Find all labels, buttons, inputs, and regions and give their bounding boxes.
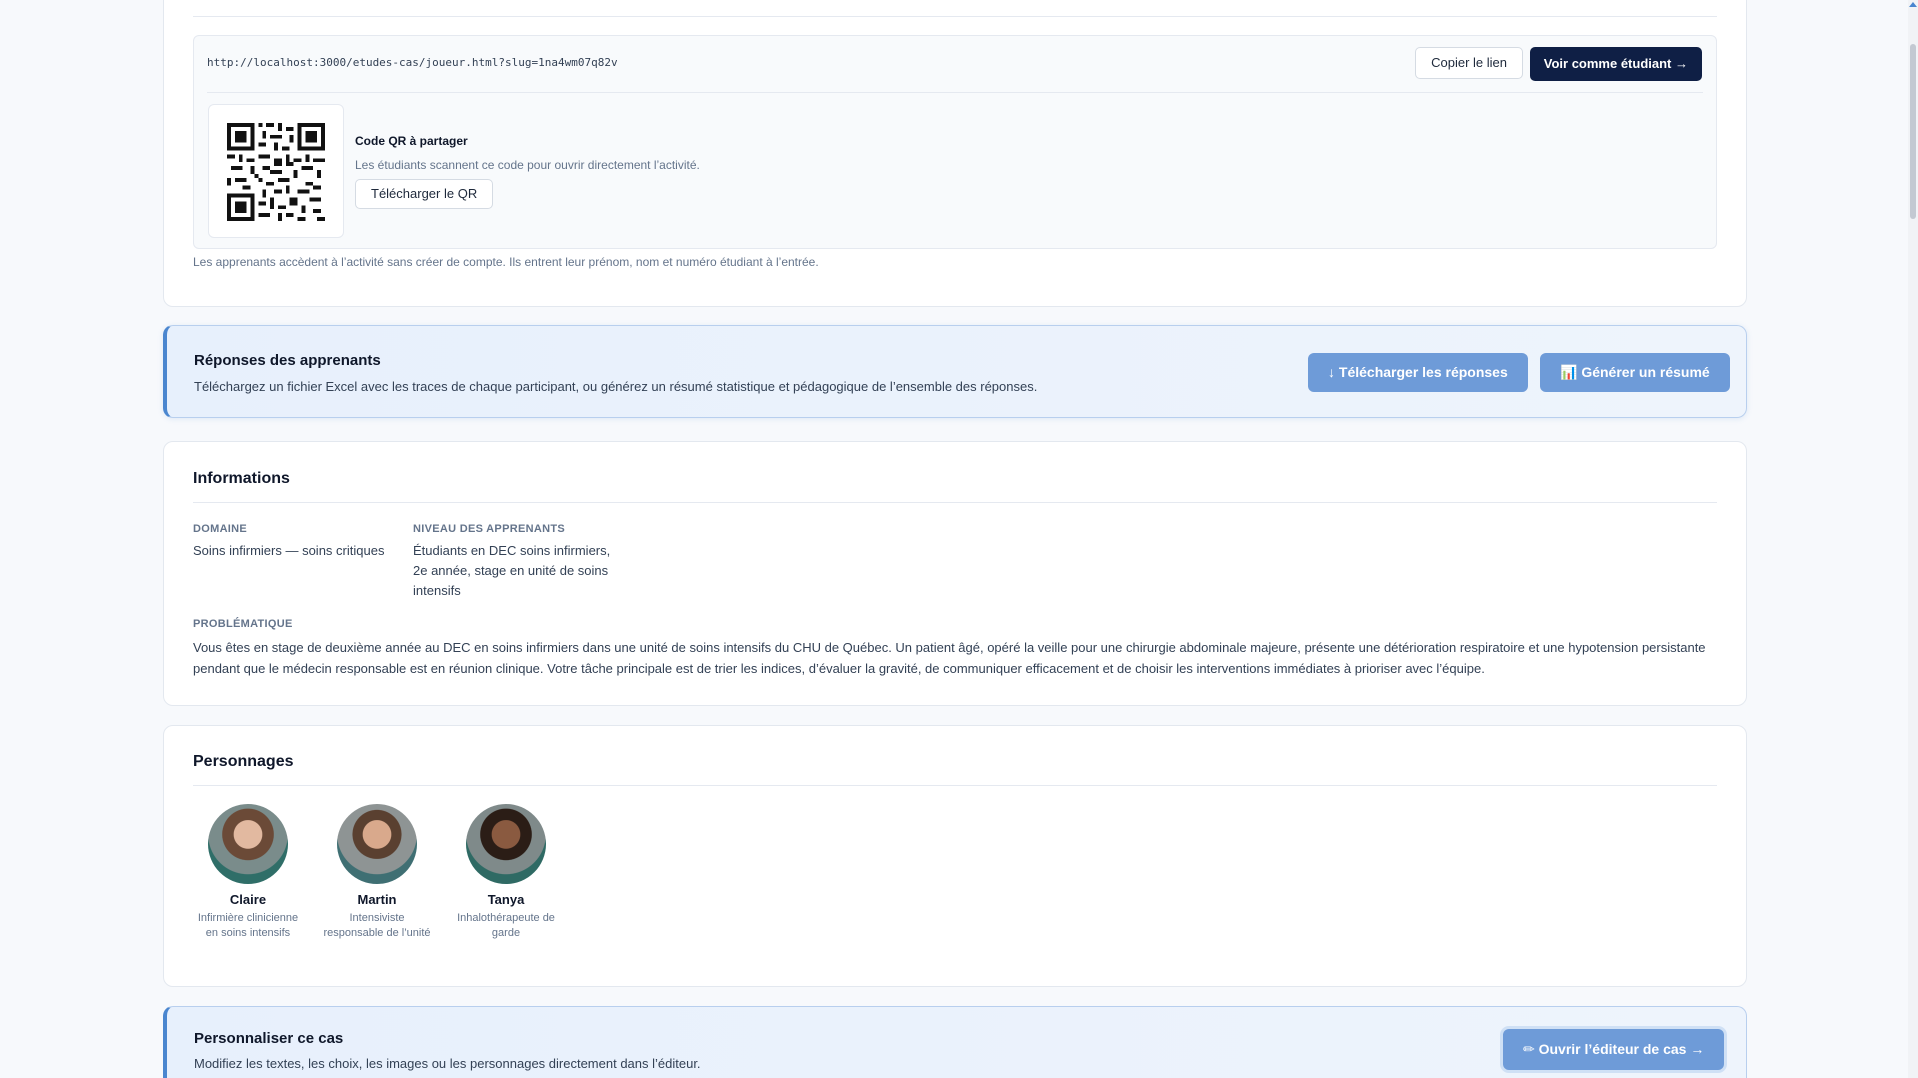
domain-label: DOMAINE xyxy=(193,523,248,535)
share-url[interactable]: http://localhost:3000/etudes-cas/joueur.… xyxy=(207,56,618,69)
character-card[interactable]: Tanya Inhalothérapeute de garde xyxy=(451,804,561,941)
domain-value: Soins infirmiers — soins critiques xyxy=(193,543,385,558)
qr-code-icon xyxy=(227,123,325,221)
scrollbar[interactable] xyxy=(1908,0,1918,1078)
avatar xyxy=(208,804,288,884)
divider xyxy=(193,16,1717,17)
scrollbar-thumb[interactable] xyxy=(1910,44,1916,219)
responses-banner: Réponses des apprenants Téléchargez un f… xyxy=(163,325,1747,418)
share-box: http://localhost:3000/etudes-cas/joueur.… xyxy=(193,35,1717,249)
character-name: Claire xyxy=(229,892,267,907)
avatar xyxy=(466,804,546,884)
level-label: NIVEAU DES APPRENANTS xyxy=(413,523,565,535)
character-name: Tanya xyxy=(487,892,525,907)
open-editor-button[interactable]: ✏ Ouvrir l’éditeur de cas → xyxy=(1503,1029,1725,1070)
character-role: Intensiviste responsable de l’unité xyxy=(323,912,431,939)
customize-banner: Personnaliser ce cas Modifiez les textes… xyxy=(163,1006,1747,1078)
view-as-student-button[interactable]: Voir comme étudiant → xyxy=(1529,47,1702,81)
divider xyxy=(193,785,1717,786)
responses-title: Réponses des apprenants xyxy=(194,352,381,369)
level-value: Étudiants en DEC soins infirmiers, 2e an… xyxy=(413,543,611,598)
copy-link-button[interactable]: Copier le lien xyxy=(1415,47,1523,79)
problem-label: PROBLÉMATIQUE xyxy=(193,618,293,630)
divider xyxy=(207,92,1703,93)
character-card[interactable]: Martin Intensiviste responsable de l’uni… xyxy=(322,804,432,941)
qr-code xyxy=(208,104,344,238)
character-name: Martin xyxy=(357,892,397,907)
generate-summary-button[interactable]: 📊 Générer un résumé xyxy=(1540,353,1730,392)
information-card: Informations DOMAINE Soins infirmiers — … xyxy=(163,441,1747,706)
characters-title: Personnages xyxy=(193,753,294,770)
share-note: Les apprenants accèdent à l’activité san… xyxy=(193,255,819,269)
download-qr-button[interactable]: Télécharger le QR xyxy=(355,179,494,209)
share-card: http://localhost:3000/etudes-cas/joueur.… xyxy=(163,0,1747,307)
divider xyxy=(193,502,1717,503)
qr-description: Les étudiants scannent ce code pour ouvr… xyxy=(355,158,700,172)
problem-value: Vous êtes en stage de deuxième année au … xyxy=(193,640,1706,676)
avatar xyxy=(337,804,417,884)
responses-description: Téléchargez un fichier Excel avec les tr… xyxy=(194,379,1038,394)
download-responses-button[interactable]: ↓ Télécharger les réponses xyxy=(1308,353,1528,392)
character-card[interactable]: Claire Infirmière clinicienne en soins i… xyxy=(193,804,303,941)
character-role: Inhalothérapeute de garde xyxy=(457,912,555,939)
character-role: Infirmière clinicienne en soins intensif… xyxy=(197,912,299,939)
characters-card: Personnages Claire Infirmière clinicienn… xyxy=(163,725,1747,987)
customize-description: Modifiez les textes, les choix, les imag… xyxy=(194,1056,701,1071)
customize-title: Personnaliser ce cas xyxy=(194,1030,344,1047)
scroll-up-icon[interactable] xyxy=(1909,2,1917,7)
qr-title: Code QR à partager xyxy=(355,134,468,148)
information-title: Informations xyxy=(193,470,290,487)
